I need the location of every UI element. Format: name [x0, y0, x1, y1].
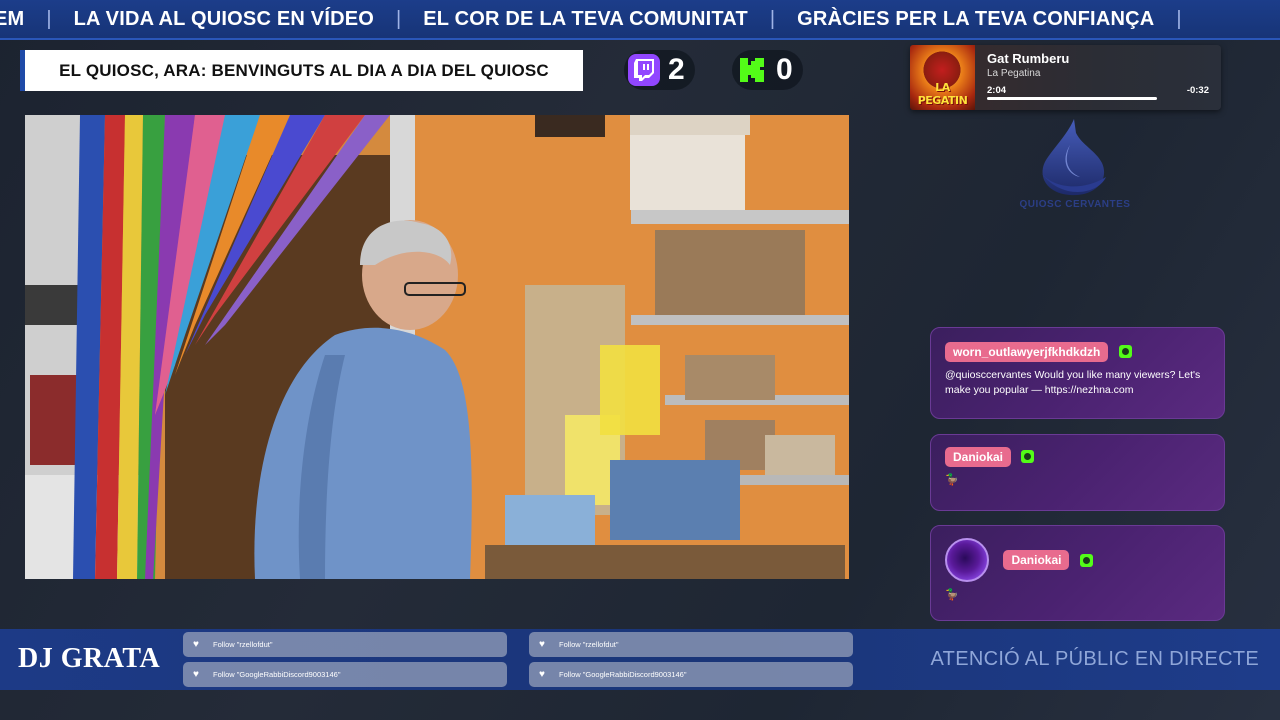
follow-alert-text: Follow "GoogleRabbiDiscord9003146"	[559, 670, 687, 679]
ticker-separator: |	[46, 7, 52, 30]
live-service-text: ATENCIÓ AL PÚBLIC EN DIRECTE	[930, 648, 1259, 670]
dj-name: DJ GRATA	[18, 643, 161, 674]
chat-message: worn_outlawyerjfkhdkdzh @quiosccervantes…	[930, 327, 1225, 419]
now-playing-widget: LA PEGATIN Gat Rumberu La Pegatina 2:04 …	[910, 45, 1221, 110]
logo-text: QUIOSC CERVANTES	[1019, 199, 1131, 210]
title-banner-text: EL QUIOSC, ARA: BENVINGUTS AL DIA A DIA …	[59, 60, 549, 80]
kick-badge-icon	[1021, 450, 1035, 464]
bottom-bar: DJ GRATA ♥ Follow "rzellofdut" ♥ Follow …	[0, 629, 1280, 690]
kick-viewer-counter: 0	[732, 50, 803, 90]
user-avatar	[945, 538, 989, 582]
ticker-separator: |	[769, 7, 776, 30]
drop-logo-icon	[1040, 119, 1106, 196]
twitch-icon	[628, 54, 660, 86]
twitch-viewer-count: 2	[668, 53, 685, 86]
follow-alert-text: Follow "GoogleRabbiDiscord9003146"	[213, 670, 341, 679]
chat-message-text: @quiosccervantes Would you like many vie…	[945, 369, 1201, 396]
quiosc-cervantes-logo: QUIOSC CERVANTES	[1010, 115, 1140, 215]
track-artist: La Pegatina	[987, 68, 1041, 79]
follow-alert-text: Follow "rzellofdut"	[559, 640, 619, 649]
heart-icon: ♥	[539, 669, 545, 680]
ticker-item: EM	[0, 7, 25, 30]
ticker-item: GRÀCIES PER LA TEVA CONFIANÇA	[797, 7, 1155, 30]
remaining-time: -0:32	[1186, 85, 1209, 96]
elapsed-time: 2:04	[987, 85, 1007, 96]
follow-alert: ♥ Follow "GoogleRabbiDiscord9003146"	[183, 662, 507, 687]
ticker-separator: |	[396, 7, 402, 30]
kick-badge-icon	[1079, 553, 1093, 567]
album-art-text: LA PEGATIN	[917, 81, 968, 107]
chat-emote: 🦆	[945, 589, 959, 601]
follow-alert: ♥ Follow "rzellofdut"	[183, 632, 507, 657]
ticker-item: EL COR DE LA TEVA COMUNITAT	[423, 7, 748, 30]
top-ticker: EM | LA VIDA AL QUIOSC EN VÍDEO | EL COR…	[0, 0, 1280, 40]
heart-icon: ♥	[193, 669, 199, 680]
track-title: Gat Rumberu	[987, 51, 1070, 66]
ticker-separator: |	[1176, 7, 1182, 30]
webcam-video-feed	[25, 115, 849, 579]
follow-alert-text: Follow "rzellofdut"	[213, 640, 273, 649]
kick-badge-icon	[1118, 345, 1132, 359]
progress-bar	[987, 97, 1158, 100]
ticker-item: LA VIDA AL QUIOSC EN VÍDEO	[73, 7, 375, 30]
heart-icon: ♥	[193, 639, 199, 650]
title-banner: EL QUIOSC, ARA: BENVINGUTS AL DIA A DIA …	[20, 50, 583, 91]
heart-icon: ♥	[539, 639, 545, 650]
twitch-viewer-counter: 2	[624, 50, 695, 90]
chat-username: worn_outlawyerjfkhdkdzh	[945, 342, 1109, 362]
album-art: LA PEGATIN	[910, 45, 975, 110]
follow-alert: ♥ Follow "GoogleRabbiDiscord9003146"	[529, 662, 853, 687]
chat-username: Daniokai	[945, 447, 1012, 467]
follow-alert: ♥ Follow "rzellofdut"	[529, 632, 853, 657]
chat-message: Daniokai 🦆	[930, 434, 1225, 511]
chat-emote: 🦆	[945, 474, 959, 486]
kick-viewer-count: 0	[776, 53, 793, 86]
chat-message: Daniokai 🦆	[930, 525, 1225, 621]
chat-username: Daniokai	[1003, 550, 1070, 570]
kick-icon	[736, 54, 768, 86]
